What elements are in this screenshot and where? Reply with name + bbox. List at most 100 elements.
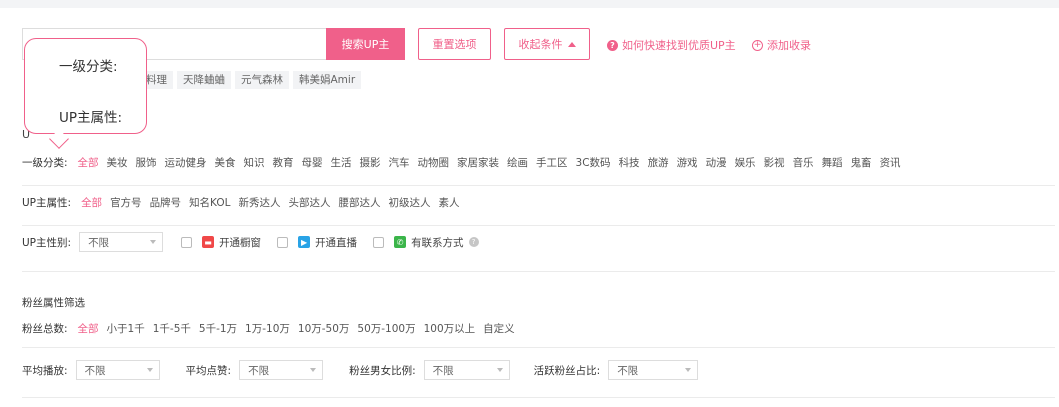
- question-icon: ?: [607, 39, 618, 51]
- category-option[interactable]: 母婴: [302, 155, 323, 170]
- category-option[interactable]: 音乐: [793, 155, 814, 170]
- field-tooltip: 一级分类: UP主属性:: [24, 38, 147, 134]
- fans-total-option[interactable]: 5千-1万: [199, 321, 237, 336]
- live-check[interactable]: ▶ 开通直播: [277, 235, 357, 250]
- attribute-option[interactable]: 知名KOL: [189, 195, 230, 210]
- add-link[interactable]: + 添加收录: [752, 37, 811, 53]
- fans-total-option[interactable]: 自定义: [483, 321, 515, 336]
- category-option[interactable]: 动物圈: [418, 155, 450, 170]
- gender-ratio-select[interactable]: 不限: [423, 360, 510, 380]
- category-option[interactable]: 鬼畜: [851, 155, 872, 170]
- category-filter-row: 一级分类: 全部 美妆 服饰 运动健身 美食 知识 教育 母婴 生活 摄影 汽车 动物圈 家居家装 绘画手…: [22, 155, 901, 170]
- attribute-option[interactable]: 初级达人: [389, 195, 431, 210]
- category-option[interactable]: 游戏: [677, 155, 698, 170]
- attribute-label: UP主属性:: [22, 197, 72, 209]
- category-option[interactable]: 知识: [244, 155, 265, 170]
- category-option[interactable]: 汽车: [389, 155, 410, 170]
- fans-total-option[interactable]: 全部: [78, 321, 99, 336]
- shop-window-check[interactable]: ▬ 开通橱窗: [181, 235, 261, 250]
- fans-total-option[interactable]: 10万-50万: [298, 321, 350, 336]
- category-option[interactable]: 娱乐: [735, 155, 756, 170]
- fans-total-option[interactable]: 100万以上: [424, 321, 476, 336]
- avg-like-label: 平均点赞:: [185, 364, 232, 377]
- category-option[interactable]: 舞蹈: [822, 155, 843, 170]
- help-link-label: 如何快速找到优质UP主: [622, 39, 736, 52]
- category-option[interactable]: 运动健身: [165, 155, 207, 170]
- divider: [22, 347, 1055, 348]
- category-option[interactable]: 3C数码: [576, 155, 611, 170]
- contact-check[interactable]: ✆ 有联系方式 ?: [373, 235, 479, 250]
- reset-button[interactable]: 重置选项: [418, 28, 491, 60]
- tooltip-line-category: 一级分类:: [59, 59, 118, 75]
- chevron-down-icon: [146, 368, 153, 372]
- attribute-options: 全部 官方号 品牌号 知名KOL 新秀达人 头部达人 腰部达人 初级达人 素人: [81, 195, 459, 210]
- question-icon[interactable]: ?: [468, 237, 479, 247]
- category-options: 全部 美妆 服饰 运动健身 美食 知识 教育 母婴 生活 摄影 汽车 动物圈 家居家装 绘画 手工区 3C数码…: [78, 155, 901, 170]
- category-option[interactable]: 全部: [78, 155, 99, 170]
- chevron-down-icon: [685, 368, 692, 372]
- fans-total-option[interactable]: 50万-100万: [357, 321, 415, 336]
- divider: [22, 397, 1055, 398]
- category-option[interactable]: 资讯: [880, 155, 901, 170]
- divider: [22, 185, 1055, 186]
- category-option[interactable]: 手工区: [536, 155, 568, 170]
- gender-label: UP主性别:: [22, 236, 72, 249]
- help-link[interactable]: ? 如何快速找到优质UP主: [607, 37, 736, 53]
- fans-total-filter-row: 粉丝总数: 全部 小于1千 1千-5千 5千-1万 1万-10万 10万-50万 50万-1…: [22, 321, 515, 336]
- active-ratio-value: 不限: [617, 364, 639, 377]
- category-option[interactable]: 教育: [273, 155, 294, 170]
- avg-play-select[interactable]: 不限: [75, 360, 160, 380]
- category-option[interactable]: 绘画: [507, 155, 528, 170]
- avg-like-value: 不限: [248, 364, 270, 377]
- attribute-filter-row: UP主属性: 全部 官方号 品牌号 知名KOL 新秀达人 头部达人 腰部达人 初级达人 素人: [22, 195, 460, 210]
- search-button[interactable]: 搜索UP主: [326, 28, 405, 60]
- category-option[interactable]: 家居家装: [457, 155, 499, 170]
- checkbox[interactable]: [277, 236, 289, 248]
- checkbox[interactable]: [181, 236, 193, 248]
- divider: [22, 225, 1055, 226]
- collapse-label: 收起条件: [518, 38, 563, 51]
- active-ratio-label: 活跃粉丝占比:: [533, 364, 601, 377]
- fans-total-label: 粉丝总数:: [22, 323, 68, 335]
- stats-filter-row: 平均播放: 不限 平均点赞: 不限 粉丝男女比例: 不限 活跃粉丝占比: 不限: [22, 360, 699, 380]
- fans-total-option[interactable]: 小于1千: [107, 321, 145, 336]
- category-option[interactable]: 科技: [619, 155, 640, 170]
- live-label: 开通直播: [315, 236, 358, 249]
- active-ratio-select[interactable]: 不限: [608, 360, 699, 380]
- gender-select[interactable]: 不限: [79, 232, 164, 252]
- hot-tags: 料理 天降蛐蛐 元气森林 韩美娟Amir: [140, 71, 362, 89]
- attribute-option[interactable]: 新秀达人: [239, 195, 281, 210]
- category-option[interactable]: 美食: [215, 155, 236, 170]
- hot-tag[interactable]: 天降蛐蛐: [177, 71, 231, 89]
- hot-tag[interactable]: 韩美娟Amir: [293, 71, 362, 89]
- category-option[interactable]: 服饰: [136, 155, 157, 170]
- collapse-button[interactable]: 收起条件: [504, 28, 590, 60]
- category-option[interactable]: 旅游: [648, 155, 669, 170]
- category-label: 一级分类:: [22, 157, 68, 169]
- hot-tag[interactable]: 元气森林: [235, 71, 289, 89]
- fans-total-option[interactable]: 1万-10万: [245, 321, 290, 336]
- attribute-option[interactable]: 头部达人: [289, 195, 331, 210]
- attribute-option[interactable]: 全部: [81, 195, 102, 210]
- category-option[interactable]: 美妆: [107, 155, 128, 170]
- attribute-option[interactable]: 素人: [439, 195, 460, 210]
- category-option[interactable]: 影视: [764, 155, 785, 170]
- triangle-up-icon: [567, 41, 576, 47]
- fans-total-option[interactable]: 1千-5千: [153, 321, 191, 336]
- fans-total-options: 全部 小于1千 1千-5千 5千-1万 1万-10万 10万-50万 50万-100万 100…: [78, 321, 515, 336]
- attribute-option[interactable]: 品牌号: [150, 195, 182, 210]
- category-option[interactable]: 摄影: [360, 155, 381, 170]
- category-option[interactable]: 生活: [331, 155, 352, 170]
- checkbox[interactable]: [373, 236, 385, 248]
- fans-section-title: 粉丝属性筛选: [22, 297, 85, 309]
- attribute-option[interactable]: 官方号: [110, 195, 142, 210]
- gender-ratio-value: 不限: [432, 364, 454, 377]
- avg-like-select[interactable]: 不限: [239, 360, 324, 380]
- add-link-label: 添加收录: [767, 39, 811, 52]
- chevron-down-icon: [310, 368, 317, 372]
- category-option[interactable]: 动漫: [706, 155, 727, 170]
- attribute-option[interactable]: 腰部达人: [339, 195, 381, 210]
- shop-window-icon: ▬: [202, 236, 215, 248]
- avg-play-label: 平均播放:: [22, 364, 68, 377]
- shop-window-label: 开通橱窗: [219, 236, 262, 249]
